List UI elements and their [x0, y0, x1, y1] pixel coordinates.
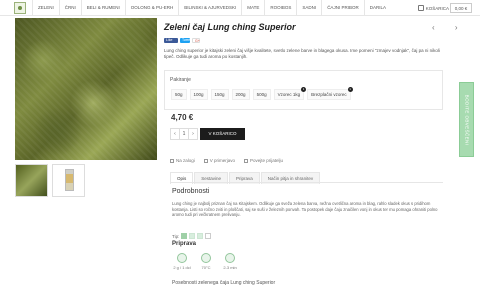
- nav-item-cajni-pribor[interactable]: ČAJNI PRIBOR: [321, 0, 364, 16]
- info-badge-icon: 1: [347, 87, 353, 92]
- type-swatch: [181, 233, 188, 239]
- pack-option-50g[interactable]: 50g: [171, 89, 187, 100]
- timer-icon: [225, 253, 235, 263]
- pack-option-free-sample[interactable]: Brezplačni vzorec 1: [307, 87, 353, 100]
- preparation-title: Priprava: [172, 241, 197, 247]
- nav-item-rooibos[interactable]: ROOIBOS: [264, 0, 296, 16]
- packaging-label: Pakiranje: [170, 77, 191, 83]
- check-icon: [170, 158, 174, 163]
- pack-option-label: 500g: [256, 92, 267, 97]
- details-title: Podrobnosti: [172, 188, 210, 195]
- main-menu: ZELENI ČRNI BELI & RUMENI OOLONG & PU-ER…: [32, 0, 391, 16]
- prep-amount-value: 2 g / 1 dcl: [173, 265, 191, 270]
- brand-logo[interactable]: [14, 2, 26, 14]
- facebook-like-button[interactable]: Like: [164, 38, 178, 43]
- notify-me-button[interactable]: BODITE OBVEŠČENI: [459, 82, 474, 157]
- qty-decrease-button[interactable]: ‹: [171, 131, 179, 137]
- pack-option-label: 200g: [235, 92, 246, 97]
- shopping-bag-icon: [417, 5, 424, 11]
- info-badge-icon: 1: [301, 87, 307, 92]
- thumbnail-leaves[interactable]: [15, 164, 48, 197]
- product-description: Lung ching superior je kitajski zeleni č…: [164, 48, 440, 59]
- tab-divider: [170, 182, 443, 183]
- packaging-options: 50g 100g 150g 200g 500g Vzorec 1kg 1 Brez…: [171, 87, 353, 100]
- nav-item-mate[interactable]: MATE: [241, 0, 264, 16]
- mail-icon: [244, 158, 249, 163]
- cart-label: KOŠARICA: [425, 5, 449, 11]
- pack-option-sample-1kg[interactable]: Vzorec 1kg 1: [273, 87, 307, 100]
- thermometer-icon: [201, 253, 211, 263]
- pack-option-200g[interactable]: 200g: [231, 89, 250, 100]
- cart-link[interactable]: KOŠARICA: [417, 0, 449, 16]
- quantity-stepper[interactable]: ‹ 1 ›: [170, 128, 198, 140]
- recommend-link[interactable]: Povejte prijatelju: [244, 158, 283, 163]
- prep-temperature-value: 70°C: [201, 265, 211, 270]
- product-price: 4,70 €: [171, 113, 194, 122]
- product-main-image[interactable]: [15, 18, 157, 160]
- top-navigation-bar: ZELENI ČRNI BELI & RUMENI OOLONG & PU-ER…: [0, 0, 480, 16]
- pack-option-500g[interactable]: 500g: [252, 89, 271, 100]
- type-swatch: [205, 233, 212, 239]
- product-links: Na zalogi V primerjavo Povejte prijatelj…: [170, 158, 283, 163]
- qty-value[interactable]: 1: [179, 129, 189, 139]
- stock-status: Na zalogi: [170, 158, 195, 163]
- pack-option-label: 100g: [193, 92, 204, 97]
- google-plus-button[interactable]: G+: [192, 38, 200, 43]
- nav-item-bilinski[interactable]: BILINSKI & AJURVEDSKI: [178, 0, 241, 16]
- nav-item-darila[interactable]: DARILA: [363, 0, 391, 16]
- recommend-label: Povejte prijatelju: [250, 158, 284, 163]
- tea-type-row: Tip:: [172, 233, 212, 239]
- teaspoon-icon: [177, 253, 187, 263]
- product-nav-arrows[interactable]: ‹ ›: [432, 23, 467, 32]
- compare-link[interactable]: V primerjavo: [203, 158, 236, 163]
- pack-option-label: 50g: [175, 92, 183, 97]
- nav-item-beli-rumeni[interactable]: BELI & RUMENI: [80, 0, 125, 16]
- prep-time: 2-3 min: [219, 253, 241, 270]
- social-buttons: Like Tweet G+: [164, 38, 200, 43]
- pack-option-label: Vzorec 1kg: [277, 92, 301, 97]
- packaging-box: Pakiranje 50g 100g 150g 200g 500g Vzorec…: [164, 70, 443, 110]
- tweet-button[interactable]: Tweet: [180, 38, 191, 43]
- compare-icon: [203, 158, 208, 163]
- nav-item-crni[interactable]: ČRNI: [58, 0, 81, 16]
- pack-option-label: Brezplačni vzorec: [311, 92, 347, 97]
- prep-temperature: 70°C: [195, 253, 217, 270]
- thumbnail-tin[interactable]: [52, 164, 85, 197]
- details-text: Lung ching je najbolj priznan čaj na Kit…: [172, 201, 438, 217]
- nav-item-zeleni[interactable]: ZELENI: [32, 0, 59, 16]
- qty-increase-button[interactable]: ›: [189, 131, 197, 137]
- cart-total[interactable]: 0,00 €: [450, 3, 472, 13]
- compare-label: V primerjavo: [209, 158, 236, 163]
- product-title: Zeleni čaj Lung ching Superior: [164, 22, 296, 32]
- tea-tin-image: [65, 169, 74, 191]
- nav-item-sadni[interactable]: SADNI: [296, 0, 321, 16]
- type-swatch: [189, 233, 196, 239]
- type-label: Tip:: [172, 233, 180, 239]
- prep-time-value: 2-3 min: [223, 265, 237, 270]
- pack-option-label: 150g: [214, 92, 225, 97]
- type-swatch: [197, 233, 204, 239]
- stock-label: Na zalogi: [176, 158, 195, 163]
- nav-item-oolong-puerh[interactable]: OOLONG & PU-ERH: [124, 0, 179, 16]
- add-to-cart-button[interactable]: V KOŠARICO: [200, 128, 245, 140]
- notify-me-label: BODITE OBVEŠČENI: [464, 94, 469, 145]
- prep-amount: 2 g / 1 dcl: [171, 253, 193, 270]
- pack-option-150g[interactable]: 150g: [210, 89, 229, 100]
- pack-option-100g[interactable]: 100g: [189, 89, 208, 100]
- specialties-title: Posebnosti zelenega čaja Lung ching Supe…: [172, 280, 276, 286]
